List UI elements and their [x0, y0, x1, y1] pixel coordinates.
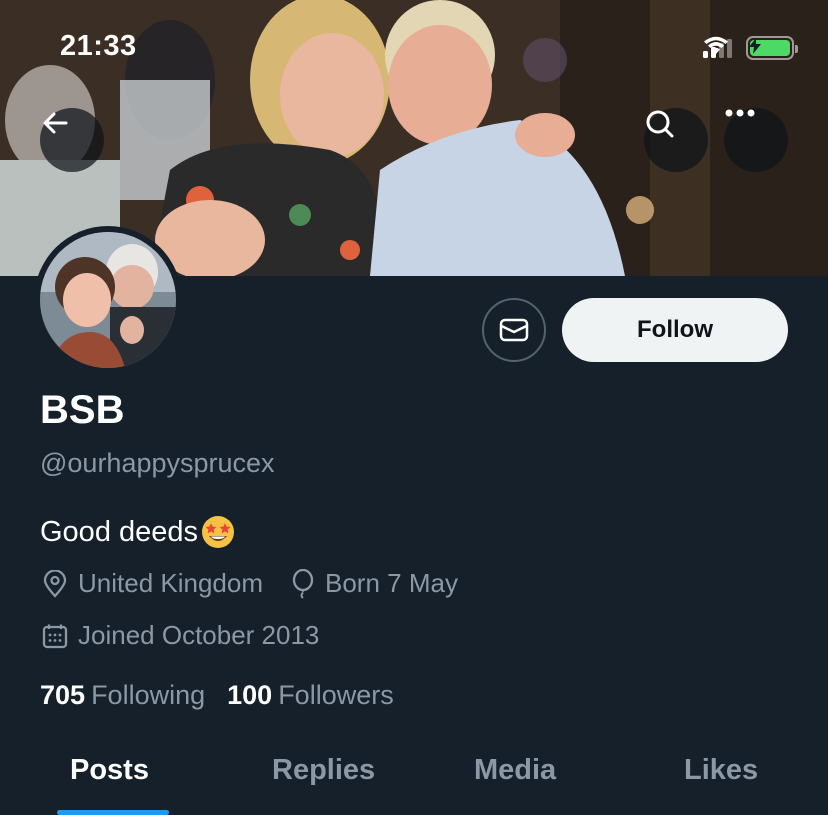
balloon-icon	[292, 568, 314, 599]
following-count: 705	[40, 680, 86, 710]
tab-media[interactable]: Media	[474, 754, 556, 787]
follow-stats: 705 Following 100 Followers	[40, 680, 416, 711]
birthday: Born 7 May	[291, 568, 458, 599]
profile-meta-row: United Kingdom Born 7 May	[42, 568, 486, 599]
active-tab-indicator	[57, 810, 169, 815]
location: United Kingdom	[42, 568, 263, 599]
status-time: 21:33	[60, 30, 137, 62]
joined-text: Joined October 2013	[78, 620, 320, 650]
profile-tabs: Posts Replies Media Likes	[0, 740, 828, 815]
bio-text: Good deeds	[40, 515, 199, 548]
wifi-icon	[704, 36, 728, 54]
birthday-text: Born 7 May	[325, 568, 458, 598]
bio: Good deeds	[40, 514, 236, 550]
calendar-icon	[42, 624, 68, 648]
location-pin-icon	[43, 569, 67, 598]
tab-posts[interactable]: Posts	[70, 754, 149, 787]
back-button[interactable]	[40, 108, 104, 172]
followers-label: Followers	[278, 680, 394, 710]
more-button[interactable]	[724, 108, 788, 172]
tab-likes[interactable]: Likes	[684, 754, 758, 787]
search-button[interactable]	[644, 108, 708, 172]
followers-count: 100	[227, 680, 273, 710]
following-label: Following	[91, 680, 206, 710]
arrow-left-icon	[43, 112, 68, 134]
status-icons	[703, 36, 798, 60]
more-horizontal-icon	[725, 109, 755, 117]
star-struck-emoji	[202, 516, 235, 548]
user-handle: @ourhappysprucex	[40, 448, 275, 478]
message-button[interactable]	[482, 298, 546, 362]
tab-replies[interactable]: Replies	[272, 754, 375, 787]
joined-row: Joined October 2013	[42, 620, 347, 651]
avatar-photo	[40, 232, 176, 368]
follow-button[interactable]: Follow	[562, 298, 788, 362]
battery-charging-icon	[746, 36, 798, 60]
joined: Joined October 2013	[42, 620, 319, 651]
envelope-icon	[499, 318, 529, 342]
following-link[interactable]: 705 Following	[40, 680, 205, 711]
followers-link[interactable]: 100 Followers	[227, 680, 394, 711]
display-name: BSB	[40, 388, 125, 432]
location-text: United Kingdom	[78, 568, 263, 598]
profile-avatar[interactable]	[34, 226, 182, 374]
search-icon	[646, 110, 674, 138]
